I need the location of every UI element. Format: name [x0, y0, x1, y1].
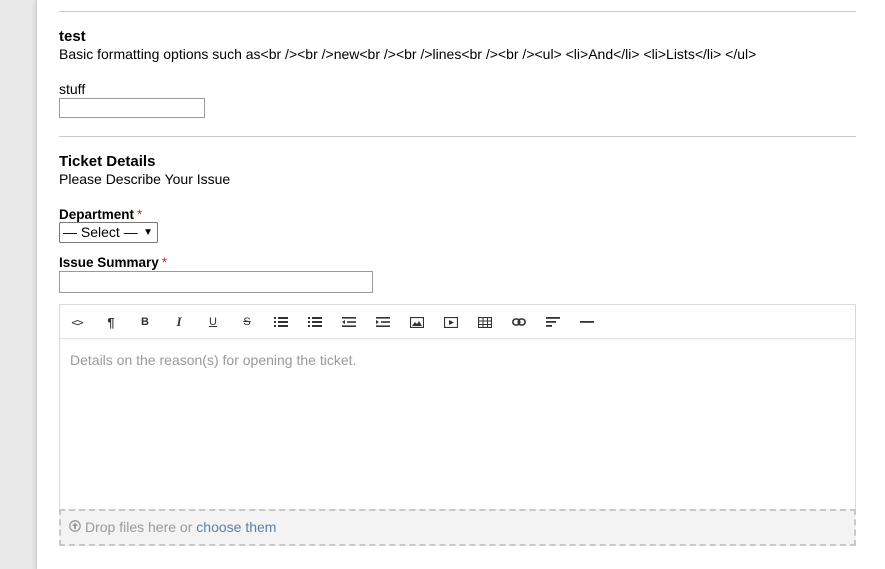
- required-mark: *: [137, 207, 143, 222]
- issue-summary-input[interactable]: [59, 271, 373, 293]
- image-icon[interactable]: [405, 312, 429, 332]
- bold-icon[interactable]: B: [133, 312, 157, 332]
- upload-icon: [69, 511, 81, 544]
- department-label: Department *: [59, 206, 142, 223]
- editor-placeholder[interactable]: Details on the reason(s) for opening the…: [70, 352, 356, 368]
- code-view-icon[interactable]: <>: [65, 312, 89, 332]
- align-left-icon[interactable]: [541, 312, 565, 332]
- indent-icon[interactable]: [371, 312, 395, 332]
- numbered-list-icon[interactable]: [303, 312, 327, 332]
- horizontal-rule-icon[interactable]: [575, 312, 599, 332]
- field-label-stuff: stuff: [59, 81, 86, 97]
- video-icon[interactable]: [439, 312, 463, 332]
- link-icon[interactable]: [507, 312, 531, 332]
- choose-files-link[interactable]: choose them: [196, 519, 276, 535]
- underline-icon[interactable]: U: [201, 312, 225, 332]
- department-selected-value: — Select —: [63, 224, 138, 240]
- section-description-test: Basic formatting options such as<br /><b…: [59, 46, 757, 62]
- section-divider: [59, 136, 856, 137]
- required-mark: *: [161, 255, 168, 270]
- stuff-input[interactable]: [59, 98, 205, 118]
- table-icon[interactable]: [473, 312, 497, 332]
- section-title-ticket-details: Ticket Details: [59, 153, 156, 170]
- dropzone-text: Drop files here or: [85, 519, 197, 535]
- strikethrough-icon[interactable]: S: [235, 312, 259, 332]
- italic-icon[interactable]: I: [167, 312, 191, 332]
- issue-summary-label: Issue Summary *: [59, 254, 167, 271]
- paragraph-icon[interactable]: ¶: [99, 312, 123, 332]
- form-page: test Basic formatting options such as<br…: [36, 0, 885, 569]
- dropdown-caret-icon: ▼: [143, 227, 153, 238]
- section-description-ticket-details: Please Describe Your Issue: [59, 171, 231, 187]
- department-select[interactable]: — Select — ▼: [59, 222, 158, 243]
- bullet-list-icon[interactable]: [269, 312, 293, 332]
- issue-summary-label-text: Issue Summary: [59, 255, 159, 270]
- section-title-test: test: [59, 28, 86, 45]
- editor-toolbar: <> ¶ B I U S: [60, 305, 855, 339]
- file-dropzone[interactable]: Drop files here or choose them: [59, 509, 856, 546]
- outdent-icon[interactable]: [337, 312, 361, 332]
- section-divider: [59, 11, 856, 12]
- department-label-text: Department: [59, 207, 135, 222]
- rich-text-editor: <> ¶ B I U S Details on the reason(s) fo…: [59, 304, 856, 546]
